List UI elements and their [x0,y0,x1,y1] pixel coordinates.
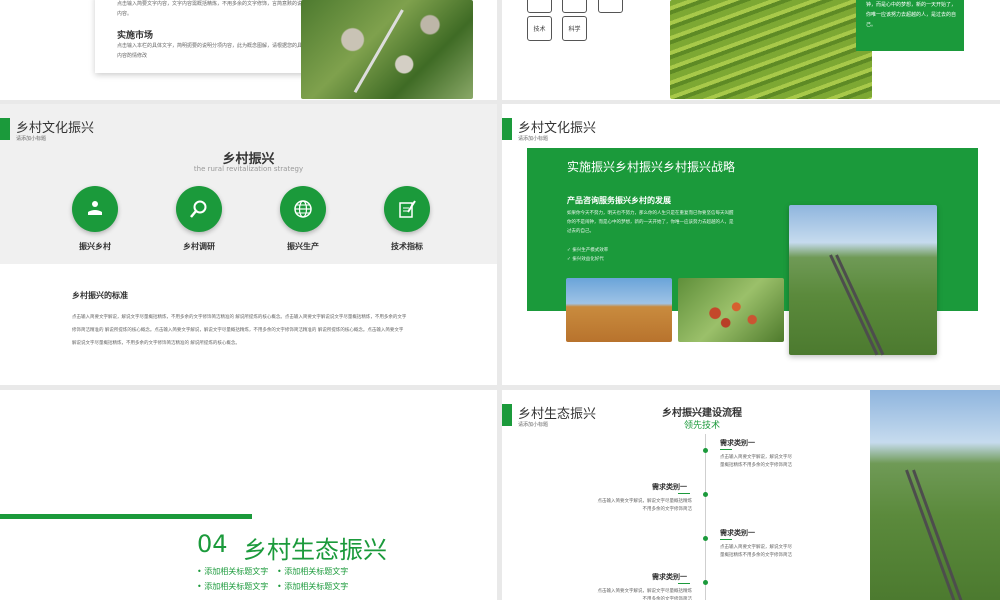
node-label: 需求类别一 [652,573,687,581]
item-label: 振兴生产 [287,242,319,251]
terrace-photo [670,0,872,99]
main-subtitle: the rural revitalization strategy [193,165,304,173]
pen-notebook-icon[interactable] [384,186,430,232]
globe-icon[interactable] [280,186,326,232]
timeline-dot [703,580,708,585]
bullet-text: 添加相关标题文字 [204,582,269,591]
section-number: 04 [197,530,228,558]
tag-box [562,0,587,13]
card-paragraph: 点击输入本栏的具体文字，简明扼要的说明分项内容，此为概念图解，请根据您的具体内容… [117,43,308,59]
panel-subheading: 产品咨询服务振兴乡村的发展 [567,196,671,205]
accent-line [0,514,252,519]
slide-subtitle: 请添加小标题 [518,136,549,142]
item-label: 振兴乡村 [79,242,111,251]
bullet-text: 振兴生产模式效率 [572,248,609,253]
magnifier-icon[interactable] [176,186,222,232]
slide-3[interactable]: 乡村文化振兴 请添加小标题 乡村振兴 the rural revitalizat… [0,104,497,385]
panel-heading: 实施振兴乡村振兴乡村振兴战略 [567,160,736,174]
node-label: 需求类别一 [720,529,755,537]
bullet-text: 添加相关标题文字 [204,567,269,576]
section-line: 修饰简洁精准的 解说所提炼的核心概念。点击输入简要文字解说，解说文字尽量概括精炼… [72,328,404,333]
tag-science: 科学 [562,16,587,41]
bullet-item: • 添加相关标题文字 [277,567,349,576]
node-text: 点击输入简要文字解说，解说文字尽量概括精炼不用多余的文字修饰简洁 [720,545,792,558]
bullet-item: • 添加相关标题文字 [197,582,269,591]
text-card: 点击输入简要文字内容，文字内容需概括精炼，不用多余的文字修饰，言简意赅的说明该项… [95,0,328,73]
bullet-item: • 添加相关标题文字 [197,567,269,576]
highway-photo [789,205,937,356]
slide-2[interactable]: 技术 科学 钟，而是心中的梦想，新的一天开始了，你唯一应该努力去超越的人，是过去… [502,0,1000,100]
slide-5[interactable]: 04 乡村生态振兴 • 添加相关标题文字 • 添加相关标题文字 • 添加相关标题… [0,390,497,600]
item-label: 技术指标 [391,242,423,251]
green-card: 钟，而是心中的梦想，新的一天开始了，你唯一应该努力去超越的人，是过去的自己。 [856,0,964,51]
tag-box [598,0,623,13]
slide-title: 乡村文化振兴 [518,121,597,136]
panel-bullet: ✓ 振兴生产模式效率 [567,248,609,253]
title-accent-bar [502,118,512,140]
section-title: 乡村振兴的标准 [72,291,128,300]
tomato-photo [678,278,784,342]
slide-title: 乡村文化振兴 [16,121,95,136]
flow-subtitle: 领先技术 [684,421,721,431]
tag-tech: 技术 [527,16,552,41]
timeline-line [705,434,706,600]
wheat-field-photo [566,278,672,342]
green-card-text: 钟，而是心中的梦想，新的一天开始了，你唯一应该努力去超越的人，是过去的自己。 [866,2,957,28]
bullet-text: 添加相关标题文字 [284,582,349,591]
title-accent-bar [0,118,10,140]
timeline-dot [703,536,708,541]
node-text: 点击输入简要文字解说，解说文字尽量概括精炼不用多余的文字修饰简洁 [597,499,693,512]
panel-bullet: ✓ 振兴效益化好代 [567,257,604,262]
hand-person-icon[interactable] [72,186,118,232]
panel-paragraph: 如果你今天不努力，明天也不努力，那么你的人生只是在重复而已你要坚信每天叫醒你的不… [567,211,734,234]
node-label: 需求类别一 [720,439,755,447]
tag-box [527,0,552,13]
slide-title: 乡村生态振兴 [518,407,597,422]
slide-subtitle: 请添加小标题 [518,422,549,428]
bullet-text: 添加相关标题文字 [284,567,349,576]
slide-4[interactable]: 乡村文化振兴 请添加小标题 实施振兴乡村振兴乡村振兴战略 产品咨询服务振兴乡村的… [502,104,1000,385]
slide-subtitle: 请添加小标题 [16,136,47,142]
slide-6[interactable]: 乡村生态振兴 请添加小标题 乡村振兴建设流程 领先技术 需求类别一 点击输入简要… [502,390,1000,600]
card-heading: 实施市场 [117,31,154,41]
item-label: 乡村调研 [183,242,215,251]
section-line: 解说说文字尽量概括精炼，不用多余的文字修饰简洁精准的 解说所提炼的核心概念。 [72,341,240,346]
node-underline [678,493,690,494]
node-label: 需求类别一 [652,483,687,491]
timeline-dot [703,448,708,453]
section-title: 乡村生态振兴 [243,536,387,564]
node-text: 点击输入简要文字解说，解说文字尽量概括精炼不用多余的文字修饰简洁 [720,455,792,468]
timeline-dot [703,492,708,497]
flow-title: 乡村振兴建设流程 [662,408,742,419]
section-line: 点击输入简要文字解说，解说文字尽量概括精炼，不用多余的文字修饰简洁精准的 解说所… [72,315,407,320]
title-accent-bar [502,404,512,426]
bullet-item: • 添加相关标题文字 [277,582,349,591]
highway-photo [870,390,1000,600]
node-underline [720,539,732,540]
node-underline [678,583,690,584]
card-text-top: 点击输入简要文字内容，文字内容需概括精炼，不用多余的文字修饰，言简意赅的说明该项… [117,1,318,17]
village-photo [301,0,473,99]
node-underline [720,449,732,450]
bullet-text: 振兴效益化好代 [572,257,604,262]
slide-1[interactable]: 点击输入简要文字内容，文字内容需概括精炼，不用多余的文字修饰，言简意赅的说明该项… [0,0,497,100]
node-text: 点击输入简要文字解说，解说文字尽量概括精炼不用多余的文字修饰简洁 [597,589,693,600]
